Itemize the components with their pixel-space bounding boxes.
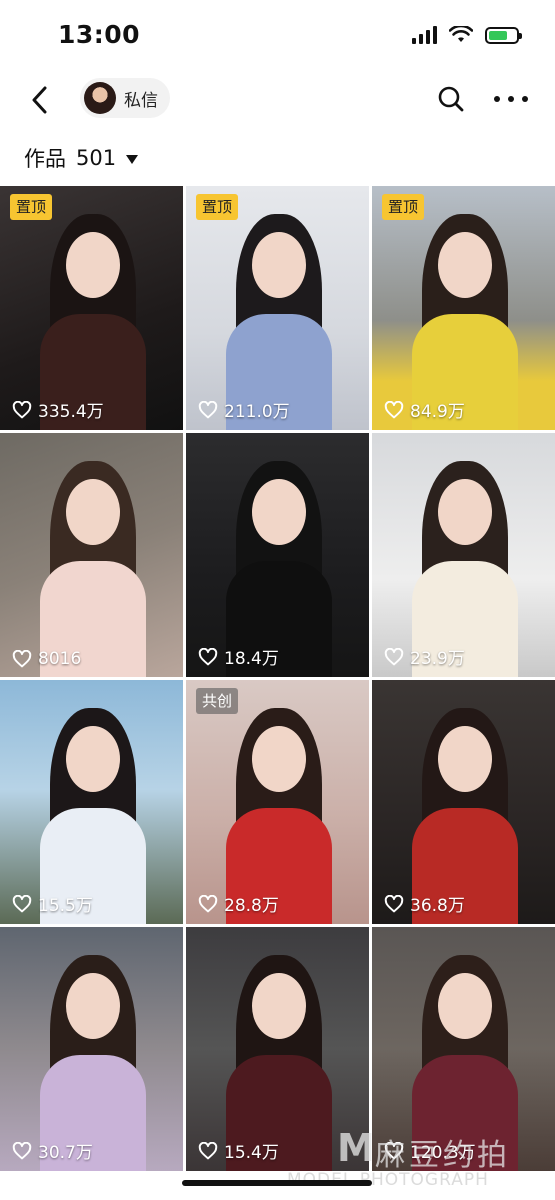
heart-icon bbox=[198, 894, 218, 913]
heart-icon bbox=[12, 400, 32, 419]
post-image bbox=[186, 186, 369, 430]
post-image bbox=[0, 680, 183, 924]
like-count-text: 84.9万 bbox=[410, 402, 465, 422]
like-count: 36.8万 bbox=[384, 891, 465, 916]
post-thumbnail[interactable]: 8016 bbox=[0, 433, 183, 677]
post-thumbnail[interactable]: 置顶 84.9万 bbox=[372, 186, 555, 430]
back-chevron-icon bbox=[32, 86, 47, 114]
battery-icon bbox=[485, 26, 522, 44]
works-count: 501 bbox=[76, 146, 117, 170]
watermark: M 麻豆约拍 MODEL PHOTOGRAPH bbox=[287, 1126, 511, 1190]
post-thumbnail[interactable]: 置顶 335.4万 bbox=[0, 186, 183, 430]
like-count-text: 18.4万 bbox=[224, 649, 279, 669]
dm-button[interactable]: 私信 bbox=[80, 78, 170, 118]
like-count-text: 30.7万 bbox=[38, 1143, 93, 1163]
post-image bbox=[372, 433, 555, 677]
pinned-badge: 置顶 bbox=[196, 194, 239, 220]
post-image bbox=[186, 433, 369, 677]
like-count-text: 36.8万 bbox=[410, 896, 465, 916]
like-count-text: 15.5万 bbox=[38, 896, 93, 916]
pinned-badge: 置顶 bbox=[382, 194, 425, 220]
like-count: 23.9万 bbox=[384, 644, 465, 669]
heart-icon bbox=[198, 1141, 218, 1160]
search-button[interactable] bbox=[436, 84, 466, 114]
back-button[interactable] bbox=[22, 80, 58, 120]
post-image bbox=[372, 186, 555, 430]
like-count: 211.0万 bbox=[198, 397, 290, 422]
like-count: 30.7万 bbox=[12, 1138, 93, 1163]
caret-down-icon bbox=[126, 154, 139, 164]
post-image bbox=[0, 927, 183, 1171]
post-thumbnail[interactable]: 36.8万 bbox=[372, 680, 555, 924]
avatar bbox=[84, 82, 116, 114]
post-image bbox=[372, 680, 555, 924]
search-icon bbox=[438, 86, 464, 112]
status-icons bbox=[412, 26, 522, 44]
like-count: 15.4万 bbox=[198, 1138, 279, 1163]
like-count-text: 28.8万 bbox=[224, 896, 279, 916]
like-count-text: 15.4万 bbox=[224, 1143, 279, 1163]
heart-icon bbox=[384, 647, 404, 666]
more-dots-icon bbox=[494, 96, 500, 102]
pinned-badge: 置顶 bbox=[10, 194, 53, 220]
heart-icon bbox=[12, 1141, 32, 1160]
post-image bbox=[0, 186, 183, 430]
post-image bbox=[186, 680, 369, 924]
heart-icon bbox=[384, 400, 404, 419]
wifi-icon bbox=[449, 26, 473, 42]
like-count-text: 211.0万 bbox=[224, 402, 290, 422]
heart-icon bbox=[198, 647, 218, 666]
like-count-text: 23.9万 bbox=[410, 649, 465, 669]
heart-icon bbox=[198, 400, 218, 419]
more-button[interactable] bbox=[494, 86, 528, 112]
heart-icon bbox=[12, 894, 32, 913]
post-thumbnail[interactable]: 共创 28.8万 bbox=[186, 680, 369, 924]
heart-icon bbox=[12, 650, 32, 668]
works-filter[interactable]: 作品 501 bbox=[24, 143, 139, 173]
like-count: 15.5万 bbox=[12, 891, 93, 916]
home-indicator bbox=[182, 1180, 372, 1186]
post-thumbnail[interactable]: 23.9万 bbox=[372, 433, 555, 677]
post-thumbnail[interactable]: 18.4万 bbox=[186, 433, 369, 677]
like-count: 28.8万 bbox=[198, 891, 279, 916]
like-count: 335.4万 bbox=[12, 397, 104, 422]
post-image bbox=[0, 433, 183, 677]
post-thumbnail[interactable]: 置顶 211.0万 bbox=[186, 186, 369, 430]
like-count: 84.9万 bbox=[384, 397, 465, 422]
nav-bar: 私信 bbox=[0, 72, 555, 128]
like-count-text: 335.4万 bbox=[38, 402, 104, 422]
collab-badge: 共创 bbox=[196, 688, 239, 714]
heart-icon bbox=[384, 894, 404, 913]
dm-label: 私信 bbox=[124, 90, 158, 111]
like-count: 18.4万 bbox=[198, 644, 279, 669]
like-count: 8016 bbox=[12, 649, 81, 669]
status-bar: 13:00 bbox=[0, 0, 555, 72]
like-count-text: 8016 bbox=[38, 649, 82, 669]
status-time: 13:00 bbox=[58, 20, 141, 49]
post-thumbnail[interactable]: 15.5万 bbox=[0, 680, 183, 924]
works-title: 作品 bbox=[24, 147, 66, 171]
post-thumbnail[interactable]: 30.7万 bbox=[0, 927, 183, 1171]
signal-icon bbox=[412, 26, 437, 44]
